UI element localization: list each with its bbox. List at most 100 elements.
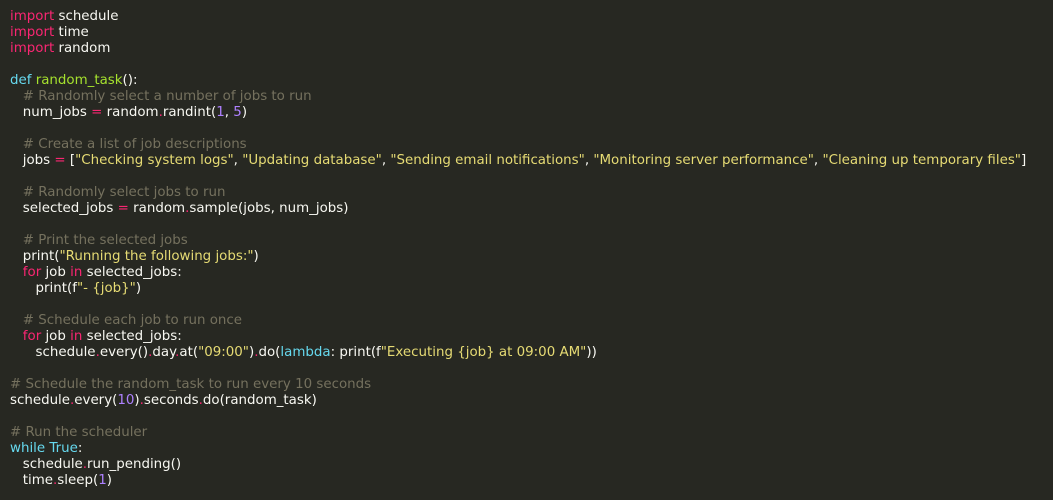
code-text: at( (179, 345, 199, 360)
code-line: ​ (10, 217, 1053, 233)
comment-token: # Schedule the random_task to run every … (10, 377, 372, 392)
code-text: every() (99, 345, 149, 360)
string-token: "Running the following jobs:" (59, 249, 254, 264)
string-token: "09:00" (198, 345, 249, 360)
code-line: print(f"- {job}") (10, 281, 1053, 297)
code-text: jobs (10, 153, 55, 168)
code-text: random (102, 105, 159, 120)
code-text: every( (74, 393, 118, 408)
string-token: "Executing {job} at 09:00 AM" (380, 345, 587, 360)
code-text: ) (241, 105, 248, 120)
code-line: # Randomly select jobs to run (10, 185, 1053, 201)
code-text: selected_jobs: (82, 329, 182, 344)
code-line: ​ (10, 409, 1053, 425)
code-text: sleep( (57, 473, 99, 488)
code-text: selected_jobs (10, 201, 118, 216)
code-line: schedule.every(10).seconds.do(random_tas… (10, 393, 1053, 409)
function-name-token: random_task (35, 73, 123, 88)
code-text: randint( (162, 105, 217, 120)
code-text: time (10, 473, 54, 488)
string-token: "Updating database" (242, 153, 382, 168)
code-line: schedule.every().day.at("09:00").do(lamb… (10, 345, 1053, 361)
code-text: : print(f (330, 345, 381, 360)
code-text: )) (586, 345, 597, 360)
code-line: ​ (10, 57, 1053, 73)
builtin-token: lambda (280, 345, 331, 360)
code-text: day (152, 345, 176, 360)
code-line: import random (10, 41, 1053, 57)
code-line: for job in selected_jobs: (10, 329, 1053, 345)
keyword-token: import (10, 9, 55, 24)
operator-token: = (117, 201, 129, 216)
keyword-token: import (10, 41, 55, 56)
operator-token: = (91, 105, 103, 120)
code-line: print("Running the following jobs:") (10, 249, 1053, 265)
code-line: import time (10, 25, 1053, 41)
code-text: ) (106, 473, 112, 488)
code-text: run_pending() (87, 457, 182, 472)
code-editor[interactable]: import scheduleimport timeimport random​… (0, 0, 1053, 500)
code-text: ] (1020, 153, 1027, 168)
code-text: (): (122, 73, 138, 88)
number-token: 5 (233, 105, 242, 120)
code-line: jobs = ["Checking system logs", "Updatin… (10, 153, 1053, 169)
code-text: num_jobs (10, 105, 92, 120)
code-text: , (224, 105, 234, 120)
code-text: : (77, 441, 83, 456)
code-line: # Run the scheduler (10, 425, 1053, 441)
code-line: schedule.run_pending() (10, 457, 1053, 473)
number-token: 10 (117, 393, 135, 408)
string-token: "Monitoring server performance" (593, 153, 814, 168)
code-text: schedule (10, 393, 71, 408)
keyword-token: in (70, 329, 83, 344)
builtin-token: True (49, 441, 78, 456)
code-text: job (41, 265, 71, 280)
number-token: 1 (98, 473, 107, 488)
string-token: "Cleaning up temporary files" (822, 153, 1021, 168)
comment-token: # Randomly select jobs to run (22, 185, 226, 200)
code-line: num_jobs = random.randint(1, 5) (10, 105, 1053, 121)
code-text: selected_jobs: (82, 265, 182, 280)
code-text: , (233, 153, 243, 168)
operator-token: = (54, 153, 66, 168)
code-line: # Print the selected jobs (10, 233, 1053, 249)
comment-token: # Create a list of job descriptions (22, 137, 247, 152)
code-text: print(f (10, 281, 77, 296)
number-token: 1 (216, 105, 225, 120)
comment-token: # Run the scheduler (10, 425, 148, 440)
code-line: ​ (10, 297, 1053, 313)
builtin-token: while (10, 441, 46, 456)
code-line: ​ (10, 169, 1053, 185)
string-token: "Checking system logs" (75, 153, 234, 168)
code-text: do( (258, 345, 281, 360)
code-text: do(random_task) (202, 393, 317, 408)
code-text: job (41, 329, 71, 344)
code-text: time (54, 25, 89, 40)
code-text: ) (253, 249, 259, 264)
code-line: while True: (10, 441, 1053, 457)
keyword-token: import (10, 25, 55, 40)
builtin-token: def (10, 73, 32, 88)
code-line: selected_jobs = random.sample(jobs, num_… (10, 201, 1053, 217)
code-line: ​ (10, 121, 1053, 137)
code-text: schedule (54, 9, 119, 24)
code-text: print( (10, 249, 60, 264)
keyword-token: for (22, 329, 42, 344)
keyword-token: in (70, 265, 83, 280)
code-text: random (54, 41, 111, 56)
code-text: schedule (10, 457, 83, 472)
code-text: schedule (10, 345, 96, 360)
code-text: ) (135, 281, 142, 296)
code-line: import schedule (10, 9, 1053, 25)
code-text: random (128, 201, 186, 216)
comment-token: # Schedule each job to run once (22, 313, 242, 328)
code-line: def random_task(): (10, 73, 1053, 89)
code-line: # Randomly select a number of jobs to ru… (10, 89, 1053, 105)
code-line: # Schedule the random_task to run every … (10, 377, 1053, 393)
code-line: ​ (10, 361, 1053, 377)
